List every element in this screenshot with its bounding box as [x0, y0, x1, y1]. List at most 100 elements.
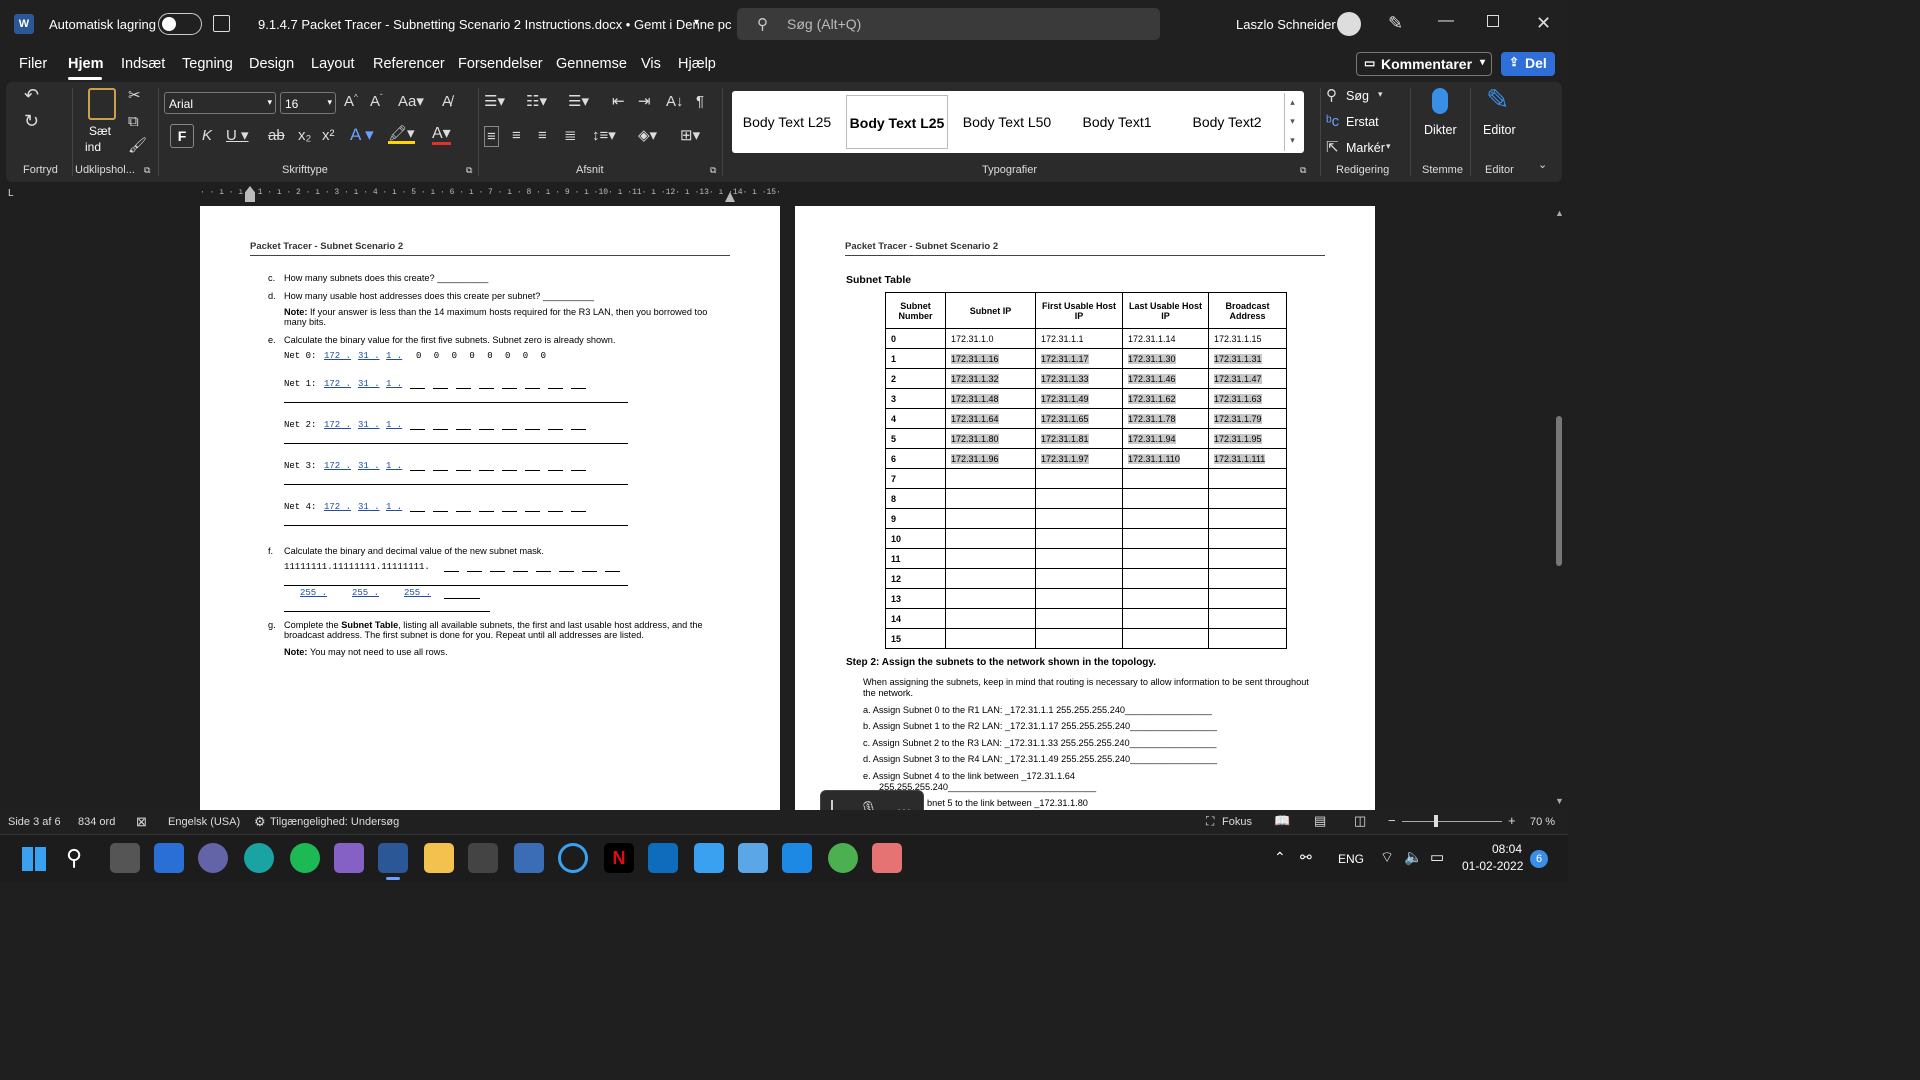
- subnet-number-cell[interactable]: 4: [885, 408, 946, 429]
- focus-icon[interactable]: ⛶: [1206, 814, 1214, 829]
- pen-icon[interactable]: ✎: [1388, 13, 1403, 34]
- font-size-dropdown[interactable]: 16 ▾: [280, 92, 336, 114]
- wifi-icon[interactable]: ⌔: [1380, 848, 1394, 867]
- tab-hjem[interactable]: Hjem: [68, 56, 103, 72]
- zoom-level[interactable]: 70 %: [1530, 816, 1555, 828]
- bluetooth-icon[interactable]: ⚯: [1300, 849, 1312, 866]
- table-cell[interactable]: 172.31.1.97: [1035, 448, 1123, 469]
- editor-button[interactable]: Editor: [1483, 123, 1516, 137]
- select-icon[interactable]: ⇱: [1326, 140, 1339, 155]
- table-cell[interactable]: [1035, 568, 1123, 589]
- replace-button[interactable]: Erstat: [1346, 115, 1379, 129]
- table-cell[interactable]: [945, 588, 1036, 609]
- comments-button[interactable]: ▭ Kommentarer ▾: [1356, 52, 1492, 76]
- page-indicator[interactable]: Side 3 af 6: [8, 816, 61, 828]
- table-cell[interactable]: [1035, 588, 1123, 609]
- word-count[interactable]: 834 ord: [78, 816, 115, 828]
- format-painter-icon[interactable]: 🖌: [128, 138, 147, 153]
- dialog-launcher-icon[interactable]: ⧉: [144, 166, 150, 175]
- remote-desktop-icon[interactable]: [738, 843, 768, 873]
- read-mode-icon[interactable]: 📖: [1274, 813, 1290, 829]
- zoom-thumb[interactable]: [1434, 815, 1438, 827]
- restore-icon[interactable]: [1487, 15, 1499, 27]
- snipping-tool-icon[interactable]: [872, 843, 902, 873]
- table-cell[interactable]: [1035, 628, 1123, 649]
- change-case-icon[interactable]: Aa▾: [398, 94, 424, 109]
- shading-icon[interactable]: ◈▾: [638, 128, 657, 143]
- table-cell[interactable]: 172.31.1.65: [1035, 408, 1123, 429]
- replace-icon[interactable]: ᵇc: [1326, 114, 1339, 129]
- microphone-icon[interactable]: 🎙: [859, 800, 878, 810]
- table-cell[interactable]: [1035, 528, 1123, 549]
- packet-tracer-icon[interactable]: [828, 843, 858, 873]
- page-left[interactable]: Packet Tracer - Subnet Scenario 2 c. How…: [200, 206, 780, 810]
- subnet-number-cell[interactable]: 10: [885, 528, 946, 549]
- share-button[interactable]: ⇪ Del: [1501, 52, 1555, 76]
- highlight-icon[interactable]: 🖍▾: [388, 126, 415, 144]
- tab-referencer[interactable]: Referencer: [373, 56, 445, 72]
- widgets-icon[interactable]: [154, 843, 184, 873]
- table-cell[interactable]: 172.31.1.81: [1035, 428, 1123, 449]
- table-cell[interactable]: [1035, 608, 1123, 629]
- subnet-number-cell[interactable]: 14: [885, 608, 946, 629]
- subnet-number-cell[interactable]: 1: [885, 348, 946, 369]
- table-cell[interactable]: 172.31.1.95: [1208, 428, 1287, 449]
- tab-gennemse[interactable]: Gennemse: [556, 56, 627, 72]
- table-cell[interactable]: [945, 608, 1036, 629]
- editor-pen-icon[interactable]: ✎: [1486, 86, 1509, 114]
- subnet-number-cell[interactable]: 2: [885, 368, 946, 389]
- style-body-text2[interactable]: Body Text2: [1176, 95, 1278, 149]
- outlook-icon[interactable]: [648, 843, 678, 873]
- strikethrough-button[interactable]: ab: [268, 128, 285, 143]
- minimize-icon[interactable]: —: [1438, 12, 1454, 30]
- table-cell[interactable]: [945, 508, 1036, 529]
- tab-forsendelser[interactable]: Forsendelser: [458, 56, 543, 72]
- notification-badge[interactable]: 6: [1530, 850, 1548, 868]
- table-cell[interactable]: 172.31.1.0: [945, 328, 1036, 349]
- clock-time[interactable]: 08:04: [1492, 842, 1522, 856]
- clock-date[interactable]: 01-02-2022: [1462, 859, 1523, 873]
- microphone-icon[interactable]: [1432, 88, 1448, 114]
- subnet-number-cell[interactable]: 13: [885, 588, 946, 609]
- tab-vis[interactable]: Vis: [641, 56, 661, 72]
- find-icon[interactable]: ⚲: [1326, 88, 1337, 103]
- table-cell[interactable]: 172.31.1.47: [1208, 368, 1287, 389]
- table-cell[interactable]: [1122, 528, 1209, 549]
- copy-icon[interactable]: ⧉: [128, 114, 139, 129]
- table-cell[interactable]: [1035, 488, 1123, 509]
- table-cell[interactable]: 172.31.1.14: [1122, 328, 1209, 349]
- multilevel-list-icon[interactable]: ☰▾: [568, 94, 589, 109]
- network-app-icon[interactable]: [514, 843, 544, 873]
- edge-icon[interactable]: [244, 843, 274, 873]
- table-cell[interactable]: 172.31.1.33: [1035, 368, 1123, 389]
- proofing-icon[interactable]: ⊠: [136, 814, 147, 830]
- language-indicator[interactable]: Engelsk (USA): [168, 816, 240, 828]
- underline-button[interactable]: U ▾: [226, 128, 249, 143]
- user-name[interactable]: Laszlo Schneider: [1236, 17, 1336, 32]
- avatar[interactable]: [1337, 12, 1361, 36]
- table-cell[interactable]: [1122, 608, 1209, 629]
- font-color-icon[interactable]: A▾: [432, 126, 451, 145]
- style-body-text-l25-i[interactable]: Body Text L25 I: [846, 95, 948, 149]
- search-icon[interactable]: ⚲: [66, 845, 82, 871]
- subnet-number-cell[interactable]: 11: [885, 548, 946, 569]
- table-cell[interactable]: [1208, 588, 1287, 609]
- table-cell[interactable]: [1208, 508, 1287, 529]
- style-body-text1[interactable]: Body Text1: [1066, 95, 1168, 149]
- borders-icon[interactable]: ⊞▾: [680, 128, 700, 143]
- table-cell[interactable]: 172.31.1.94: [1122, 428, 1209, 449]
- table-cell[interactable]: 172.31.1.62: [1122, 388, 1209, 409]
- font-name-dropdown[interactable]: Arial ▾: [164, 92, 276, 114]
- spotify-icon[interactable]: [290, 843, 320, 873]
- tab-hjaelp[interactable]: Hjælp: [678, 56, 716, 72]
- subnet-number-cell[interactable]: 6: [885, 448, 946, 469]
- accessibility-icon[interactable]: ⚙: [254, 814, 266, 830]
- terminal-icon[interactable]: [468, 843, 498, 873]
- zoom-out-icon[interactable]: −: [1388, 813, 1396, 828]
- table-cell[interactable]: 172.31.1.110: [1122, 448, 1209, 469]
- table-cell[interactable]: [945, 548, 1036, 569]
- save-icon[interactable]: [213, 15, 230, 32]
- document-title[interactable]: 9.1.4.7 Packet Tracer - Subnetting Scena…: [258, 17, 732, 32]
- table-cell[interactable]: 172.31.1.79: [1208, 408, 1287, 429]
- table-cell[interactable]: [1035, 468, 1123, 489]
